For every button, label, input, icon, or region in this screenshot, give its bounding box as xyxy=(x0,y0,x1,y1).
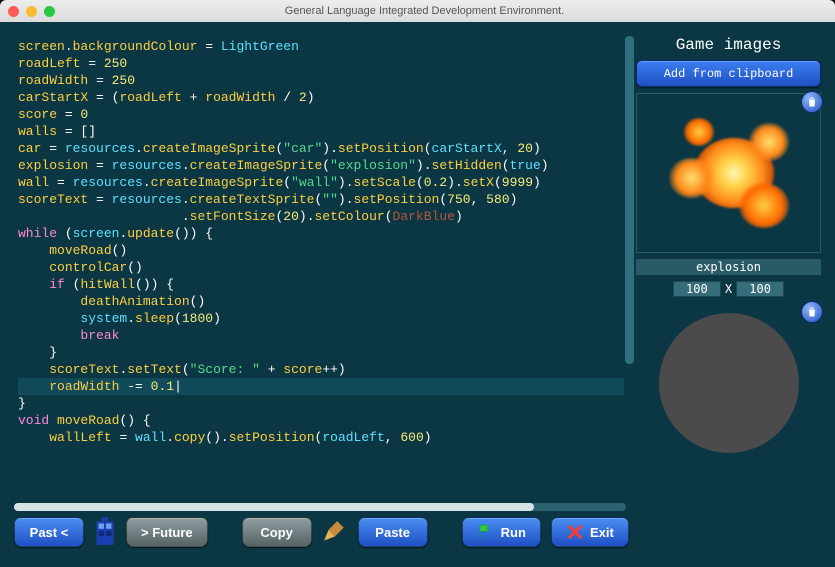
delete-sprite-button[interactable] xyxy=(801,91,823,113)
editor-horizontal-scrollbar[interactable] xyxy=(14,503,626,511)
close-window-button[interactable] xyxy=(8,6,19,17)
sprite-preview-explosion[interactable] xyxy=(636,93,821,253)
sprite-height[interactable]: 100 xyxy=(736,281,784,297)
past-button[interactable]: Past < xyxy=(14,517,84,547)
copy-button[interactable]: Copy xyxy=(242,517,312,547)
exit-button[interactable]: Exit xyxy=(551,517,629,547)
sprite-dimensions: 100 X 100 xyxy=(636,281,821,297)
sprite-preview-circle[interactable] xyxy=(636,303,821,463)
sprite-name-label: explosion xyxy=(636,259,821,275)
add-from-clipboard-button[interactable]: Add from clipboard xyxy=(636,60,821,87)
panel-title: Game images xyxy=(636,36,821,54)
run-button[interactable]: Run xyxy=(462,517,541,547)
future-button[interactable]: > Future xyxy=(126,517,208,547)
broom-icon xyxy=(322,519,348,545)
window-titlebar: General Language Integrated Development … xyxy=(0,0,835,22)
delete-sprite-button[interactable] xyxy=(801,301,823,323)
close-icon xyxy=(566,523,584,541)
paste-button[interactable]: Paste xyxy=(358,517,428,547)
code-editor[interactable]: screen.backgroundColour = LightGreenroad… xyxy=(14,36,626,505)
toolbar: Past < > Future Copy Paste Run Exit xyxy=(0,509,835,567)
editor-vertical-scrollbar[interactable] xyxy=(625,36,634,505)
tardis-icon xyxy=(94,517,116,547)
trash-icon xyxy=(806,96,818,108)
explosion-image xyxy=(659,113,799,233)
window-title: General Language Integrated Development … xyxy=(22,5,827,17)
game-images-panel: Game images Add from clipboard xyxy=(636,36,821,505)
flag-icon xyxy=(477,523,495,541)
circle-image xyxy=(659,313,799,453)
trash-icon xyxy=(806,306,818,318)
sprite-width[interactable]: 100 xyxy=(673,281,721,297)
